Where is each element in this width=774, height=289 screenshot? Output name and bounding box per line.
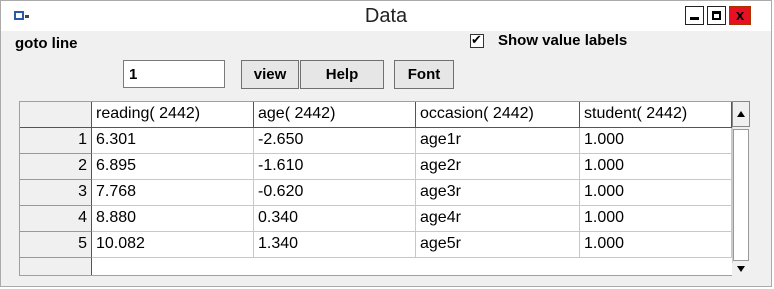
table-cell[interactable]: 7.768 [92,180,254,206]
table-cell[interactable]: 6.301 [92,128,254,154]
close-button[interactable]: x [729,6,751,25]
row-number[interactable]: 3 [20,180,92,206]
table-cell[interactable]: 10.082 [92,232,254,258]
table-cell[interactable]: 1.000 [580,128,732,154]
column-header-occasion[interactable]: occasion( 2442) [416,102,580,128]
column-header-reading[interactable]: reading( 2442) [92,102,254,128]
window-title: Data [364,5,408,27]
row-number[interactable]: 5 [20,232,92,258]
font-button[interactable]: Font [394,60,454,89]
data-grid[interactable]: reading( 2442) age( 2442) occasion( 2442… [19,101,749,276]
show-value-labels-checkbox[interactable] [470,32,484,48]
table-cell[interactable]: 1.000 [580,154,732,180]
table-cell[interactable]: 0.340 [254,206,416,232]
table-cell[interactable]: age4r [416,206,580,232]
goto-line-label: goto line [15,35,78,52]
minimize-button[interactable] [685,6,704,25]
scroll-thumb[interactable] [733,129,749,261]
scroll-up-button[interactable] [732,101,750,127]
scroll-down-button[interactable] [732,263,750,276]
column-header-student[interactable]: student( 2442) [580,102,732,128]
table-cell[interactable]: age5r [416,232,580,258]
row-number[interactable]: 2 [20,154,92,180]
table-cell[interactable]: 1.340 [254,232,416,258]
data-window: Data x goto line view Help Font Show val… [0,0,772,287]
show-value-labels-label[interactable]: Show value labels [498,32,627,49]
table-cell[interactable]: -1.610 [254,154,416,180]
row-number[interactable]: 4 [20,206,92,232]
table-cell[interactable]: -0.620 [254,180,416,206]
maximize-button[interactable] [707,6,726,25]
close-icon: x [735,7,745,24]
table-cell[interactable]: 1.000 [580,232,732,258]
table-cell[interactable]: 8.880 [92,206,254,232]
row-number[interactable] [20,258,92,275]
table-cell[interactable]: 6.895 [92,154,254,180]
column-header-age[interactable]: age( 2442) [254,102,416,128]
table-cell[interactable]: 1.000 [580,206,732,232]
goto-line-input[interactable] [123,60,225,88]
table-cell[interactable]: age2r [416,154,580,180]
view-button[interactable]: view [241,60,299,89]
grid-corner[interactable] [20,102,92,128]
table-cell[interactable]: age1r [416,128,580,154]
title-bar[interactable]: Data x [1,1,771,31]
row-number[interactable]: 1 [20,128,92,154]
table-cell[interactable]: age3r [416,180,580,206]
table-cell[interactable]: 1.000 [580,180,732,206]
table-cell[interactable]: -2.650 [254,128,416,154]
help-button[interactable]: Help [300,60,384,89]
